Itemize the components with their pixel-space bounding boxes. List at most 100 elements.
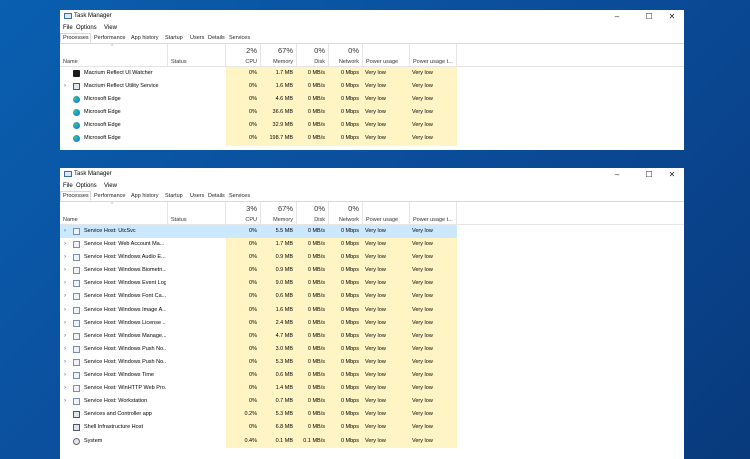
process-row[interactable]: › Service Host: Workstation 0% 0.7 MB 0 MB/s… xyxy=(60,395,684,409)
tab-users[interactable]: Users xyxy=(187,33,205,42)
chevron-right-icon[interactable]: › xyxy=(64,395,66,408)
process-row[interactable]: › Service Host: UtcSvc 0% 5.5 MB 0 MB/s 0 Mbp… xyxy=(60,225,684,239)
tab-startup[interactable]: Startup xyxy=(162,191,187,200)
disk-cell: 0 MB/s xyxy=(297,238,329,252)
menu-options[interactable]: Options xyxy=(76,25,97,31)
column-header-name[interactable]: Name xyxy=(60,202,168,224)
process-row[interactable]: › Service Host: Web Account Ma... 0% 1.7 MB… xyxy=(60,238,684,252)
minimize-button[interactable]: – xyxy=(606,168,628,182)
process-row[interactable]: › Service Host: Windows Push No... 0% 3.0 M… xyxy=(60,342,684,356)
tab-processes[interactable]: Processes xyxy=(60,191,91,201)
chevron-right-icon[interactable]: › xyxy=(64,317,66,330)
tab-services[interactable]: Services xyxy=(226,33,250,42)
minimize-button[interactable]: – xyxy=(606,10,628,24)
column-label-power: Power usage xyxy=(366,59,399,65)
chevron-right-icon[interactable]: › xyxy=(64,277,66,290)
close-button[interactable]: ✕ xyxy=(661,168,683,182)
status-cell xyxy=(168,395,226,408)
chevron-right-icon[interactable]: › xyxy=(64,369,66,382)
process-row[interactable]: › Service Host: Windows Image A... 0% 1.6 M… xyxy=(60,303,684,317)
process-row[interactable]: System 0.4% 0.1 MB 0.1 MB/s 0 Mbps Very low Ve… xyxy=(60,434,684,448)
column-header-power[interactable]: Power usage xyxy=(363,44,410,66)
column-header-mem[interactable]: 67% Memory xyxy=(261,202,297,224)
column-header-mem[interactable]: 67% Memory xyxy=(261,44,297,66)
chevron-right-icon[interactable]: › xyxy=(64,356,66,369)
trend-cell: Very low xyxy=(410,382,457,396)
process-row[interactable]: Services and Controller app 0.2% 5.3 MB 0 M… xyxy=(60,408,684,422)
process-row[interactable]: Macrium Reflect UI Watcher 0% 1.7 MB 0 MB/s… xyxy=(60,67,684,81)
process-row[interactable]: Microsoft Edge 0% 32.9 MB 0 MB/s 0 Mbps Very … xyxy=(60,119,684,133)
process-row[interactable]: › Service Host: Windows License ... 0% 2.4 … xyxy=(60,316,684,330)
tab-users[interactable]: Users xyxy=(187,191,205,200)
process-row[interactable]: Microsoft Edge 0% 198.7 MB 0 MB/s 0 Mbps Very… xyxy=(60,132,684,146)
process-row[interactable]: › Service Host: Windows Biometri... 0% 0.9 … xyxy=(60,264,684,278)
column-header-cpu[interactable]: 2% CPU xyxy=(226,44,261,66)
tab-details[interactable]: Details xyxy=(205,191,226,200)
column-label-power: Power usage xyxy=(366,217,399,223)
tab-services[interactable]: Services xyxy=(226,191,250,200)
process-row[interactable]: › Service Host: Windows Manage... 0% 4.7 MB… xyxy=(60,329,684,343)
tab-performance[interactable]: Performance xyxy=(91,33,128,42)
status-cell xyxy=(168,119,226,132)
trend-cell: Very low xyxy=(410,251,457,265)
menu-view[interactable]: View xyxy=(104,183,117,189)
tab-processes[interactable]: Processes xyxy=(60,33,91,43)
disk-cell: 0 MB/s xyxy=(297,119,329,133)
menu-file[interactable]: File xyxy=(63,25,73,31)
process-row[interactable]: › Service Host: Windows Push No... 0% 5.3 M… xyxy=(60,355,684,370)
column-header-trend[interactable]: Power usage t... xyxy=(410,202,457,224)
column-header-trend[interactable]: Power usage t... xyxy=(410,44,457,66)
chevron-right-icon[interactable]: › xyxy=(64,382,66,395)
tab-details[interactable]: Details xyxy=(205,33,226,42)
close-button[interactable]: ✕ xyxy=(661,10,683,24)
chevron-right-icon[interactable]: › xyxy=(64,290,66,303)
process-name: Service Host: Windows Push No... xyxy=(84,358,166,365)
column-header-cpu[interactable]: 3% CPU xyxy=(226,202,261,224)
column-header-disk[interactable]: 0% Disk xyxy=(297,44,329,66)
chevron-right-icon[interactable]: › xyxy=(64,225,66,238)
tab-app-history[interactable]: App history xyxy=(128,33,162,42)
process-row[interactable]: › Service Host: WinHTTP Web Pro... 0% 1.4 M… xyxy=(60,382,684,396)
column-header-name[interactable]: Name xyxy=(60,44,168,66)
chevron-right-icon[interactable]: › xyxy=(64,304,66,317)
process-row[interactable]: › Service Host: Windows Time 0% 0.6 MB 0 MB/… xyxy=(60,369,684,383)
process-row[interactable]: › Service Host: Windows Audio E... 0% 0.9 M… xyxy=(60,251,684,265)
menu-options[interactable]: Options xyxy=(76,183,97,189)
net-cell: 0 Mbps xyxy=(329,342,363,356)
disk-cell: 0 MB/s xyxy=(297,382,329,396)
column-header-status[interactable]: Status xyxy=(168,44,226,66)
process-row[interactable]: Microsoft Edge 0% 36.6 MB 0 MB/s 0 Mbps Very … xyxy=(60,106,684,120)
chevron-right-icon[interactable]: › xyxy=(64,238,66,251)
column-header-status[interactable]: Status xyxy=(168,202,226,224)
disk-cell: 0 MB/s xyxy=(297,395,329,409)
chevron-right-icon[interactable]: › xyxy=(64,264,66,277)
window-title: Task Manager xyxy=(74,171,112,177)
net-cell: 0 Mbps xyxy=(329,382,363,396)
process-row[interactable]: Shell Infrastructure Host 0% 6.8 MB 0 MB/s 0… xyxy=(60,421,684,435)
chevron-right-icon[interactable]: › xyxy=(64,80,66,93)
process-row[interactable]: › Service Host: Windows Font Ca... 0% 0.6 M… xyxy=(60,290,684,304)
chevron-right-icon[interactable]: › xyxy=(64,343,66,356)
title-bar[interactable]: Task Manager – ☐ ✕ xyxy=(60,168,684,182)
chevron-right-icon[interactable]: › xyxy=(64,251,66,264)
column-header-disk[interactable]: 0% Disk xyxy=(297,202,329,224)
tab-app-history[interactable]: App history xyxy=(128,191,162,200)
title-bar[interactable]: Task Manager – ☐ ✕ xyxy=(60,10,684,24)
process-row[interactable]: › Service Host: Windows Event Log 0% 9.0 MB… xyxy=(60,277,684,291)
power-cell: Very low xyxy=(363,67,410,81)
process-row[interactable]: Microsoft Edge 0% 4.6 MB 0 MB/s 0 Mbps Very l… xyxy=(60,93,684,107)
chevron-right-icon[interactable]: › xyxy=(64,330,66,343)
menu-view[interactable]: View xyxy=(104,25,117,31)
menu-file[interactable]: File xyxy=(63,183,73,189)
tab-performance[interactable]: Performance xyxy=(91,191,128,200)
cpu-cell: 0% xyxy=(226,329,261,343)
maximize-button[interactable]: ☐ xyxy=(638,168,660,182)
column-header-net[interactable]: 0% Network xyxy=(329,44,363,66)
power-cell: Very low xyxy=(363,251,410,265)
column-header-power[interactable]: Power usage xyxy=(363,202,410,224)
column-header-net[interactable]: 0% Network xyxy=(329,202,363,224)
maximize-button[interactable]: ☐ xyxy=(638,10,660,24)
tab-startup[interactable]: Startup xyxy=(162,33,187,42)
cpu-cell: 0.4% xyxy=(226,434,261,448)
process-row[interactable]: › Macrium Reflect Utility Service 0% 1.6 MB… xyxy=(60,80,684,94)
